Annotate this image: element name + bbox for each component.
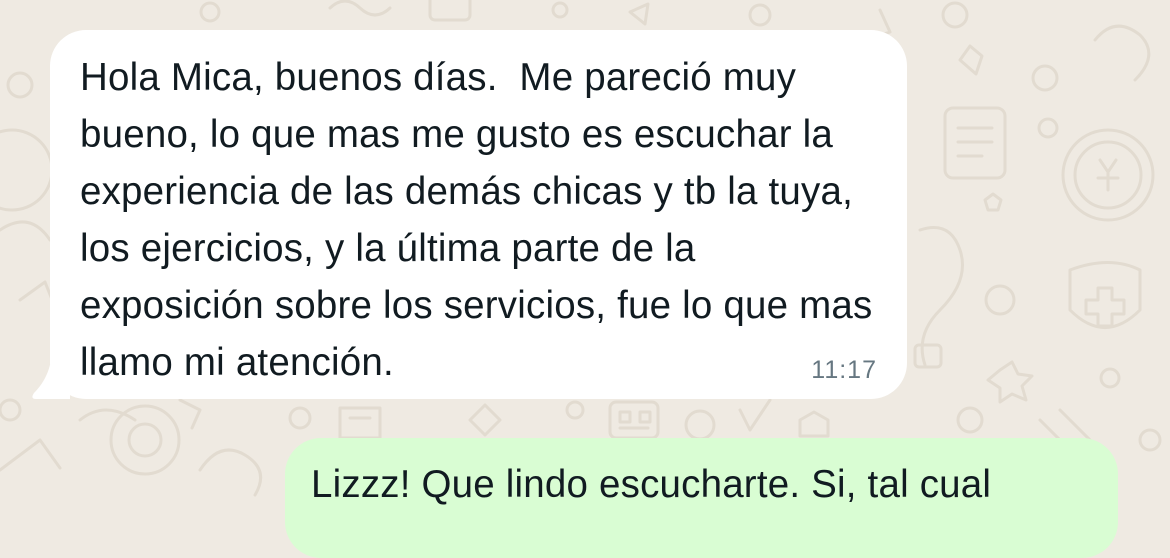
incoming-bubble-tail	[32, 353, 70, 399]
message-timestamp: 11:17	[811, 356, 877, 384]
incoming-message-bubble[interactable]: Hola Mica, buenos días. Me pareció muy b…	[32, 30, 907, 399]
incoming-message-text: Hola Mica, buenos días. Me pareció muy b…	[80, 56, 884, 384]
outgoing-message-bubble[interactable]: Lizzz! Que lindo escucharte. Si, tal cua…	[285, 438, 1118, 558]
outgoing-message-text: Lizzz! Que lindo escucharte. Si, tal cua…	[311, 463, 992, 506]
chat-conversation: Hola Mica, buenos días. Me pareció muy b…	[0, 0, 1170, 558]
